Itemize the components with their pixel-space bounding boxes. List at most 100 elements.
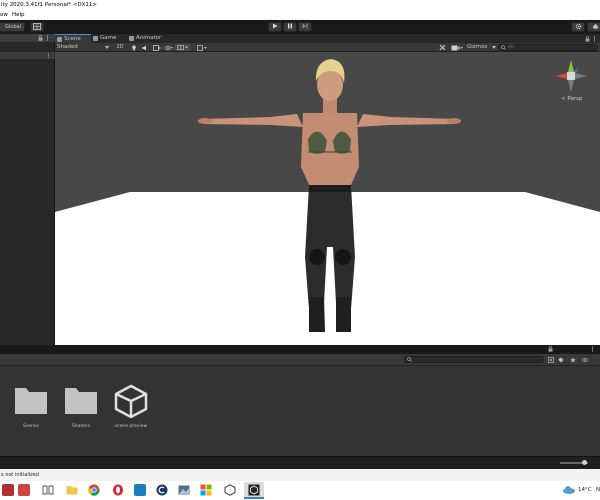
taskbar-app-thumbnail[interactable] [18,484,30,496]
hidden-objects-icon[interactable] [165,45,173,51]
status-bar [0,456,600,469]
menu-bar: ow Help [0,11,600,20]
scene-tab-strip: Scene Game Animator [55,34,600,43]
animator-icon [129,36,134,41]
colorful-app-icon[interactable] [200,484,212,496]
shading-mode-dropdown[interactable]: Shaded [57,43,111,52]
project-search-input[interactable] [404,356,544,363]
main-toolbar: Global [0,20,600,34]
tab-game[interactable]: Game [91,34,127,43]
task-view-icon[interactable] [42,485,54,495]
filter-by-type-icon[interactable] [548,357,554,363]
search-placeholder: All [508,45,514,50]
taskbar-app-thumbnail[interactable] [2,484,14,496]
m-app-icon[interactable] [134,484,146,496]
c-app-icon[interactable] [156,484,168,496]
window-title-bar: ity 2020.3.41f1 Personal* <DX11> [0,0,600,11]
pause-button[interactable] [283,22,297,32]
folder-icon [15,388,47,414]
hierarchy-row[interactable] [0,52,55,59]
hierarchy-header [0,34,55,42]
2d-toggle-button[interactable]: 2D [114,43,126,52]
tools-icon[interactable] [439,44,446,51]
scene-viewport[interactable]: < Persp [55,52,600,345]
hierarchy-panel [0,34,55,345]
weather-temperature[interactable]: 14°C [578,487,592,493]
lock-icon[interactable] [38,35,43,41]
account-button[interactable] [587,22,600,32]
window-title: ity 2020.3.41f1 Personal* <DX11> [1,2,97,8]
kebab-menu-icon[interactable] [47,53,50,58]
panel-splitter[interactable] [0,345,600,354]
grid-icon [177,45,188,50]
orientation-gizmo[interactable] [553,58,591,94]
project-toolbar [0,346,600,366]
play-button[interactable] [268,22,282,32]
unity-icon [248,484,260,496]
grid-icon [57,37,62,42]
menu-item-window[interactable]: ow [0,11,8,20]
eye-icon[interactable] [582,357,588,363]
tab-scene[interactable]: Scene [55,34,91,43]
asset-label: scene preview [114,424,148,429]
lighting-icon[interactable] [131,45,137,51]
asset-size-slider[interactable] [560,460,588,465]
settings-button[interactable] [571,22,585,32]
chevron-down-icon [105,46,109,49]
audio-icon[interactable] [142,45,148,51]
tab-scene-label: Scene [64,36,81,42]
folder-icon [65,388,97,414]
gizmos-dropdown[interactable]: Gizmos [467,43,497,52]
asset-folder-scenes[interactable]: Scenes [6,384,56,429]
status-message: s not initialized [1,472,39,478]
2d-label: 2D [116,44,124,50]
file-explorer-icon[interactable] [66,485,78,495]
kebab-menu-icon[interactable] [593,36,596,42]
kebab-menu-icon[interactable] [46,35,49,41]
chrome-icon[interactable] [88,484,100,496]
star-icon[interactable] [570,357,576,363]
search-icon [501,45,506,50]
global-label: Global [5,24,21,30]
gear-icon [575,23,581,30]
scene-toolbar: Shaded 2D Gizmos All [55,43,600,52]
global-toggle-button[interactable]: Global [0,22,25,32]
projection-label[interactable]: < Persp [561,96,582,102]
unity-logo-icon [114,384,148,419]
cloud-icon [592,24,598,29]
gizmos-label: Gizmos [467,44,488,50]
slider-handle[interactable] [582,460,587,465]
step-icon [302,23,308,29]
step-button[interactable] [298,22,312,32]
taskbar-unity-active[interactable] [244,482,264,499]
play-icon [273,23,278,29]
lock-icon[interactable] [585,36,590,42]
shading-mode-value: Shaded [57,44,78,50]
grid-toggle-button[interactable] [175,44,191,51]
grid-icon [33,23,41,30]
scene-search-input[interactable]: All [498,44,598,51]
kebab-menu-icon[interactable] [591,346,594,352]
asset-label: Scenes [22,424,40,429]
status-message-bar: s not initialized [0,469,600,481]
menu-item-help[interactable]: Help [12,11,25,20]
effects-icon[interactable] [153,45,161,51]
lock-icon[interactable] [548,346,553,352]
character-model[interactable] [195,57,465,342]
grid-snap-button[interactable] [30,22,44,32]
weather-suffix: N [596,487,600,493]
asset-label: Shaders [71,424,91,429]
opera-icon[interactable] [112,484,124,496]
asset-scene-preview[interactable]: scene preview [106,384,156,429]
photos-icon[interactable] [178,485,190,495]
unity-hub-icon[interactable] [224,484,236,496]
camera-icon[interactable] [451,45,463,51]
asset-folder-shaders[interactable]: Shaders [56,384,106,429]
label-icon[interactable] [558,357,564,363]
tab-animator[interactable]: Animator [127,34,171,43]
weather-cloud-icon[interactable] [562,485,576,494]
search-icon [407,357,412,362]
draw-mode-icon[interactable] [197,45,207,51]
tab-game-label: Game [100,35,117,41]
tab-animator-label: Animator [136,35,162,41]
